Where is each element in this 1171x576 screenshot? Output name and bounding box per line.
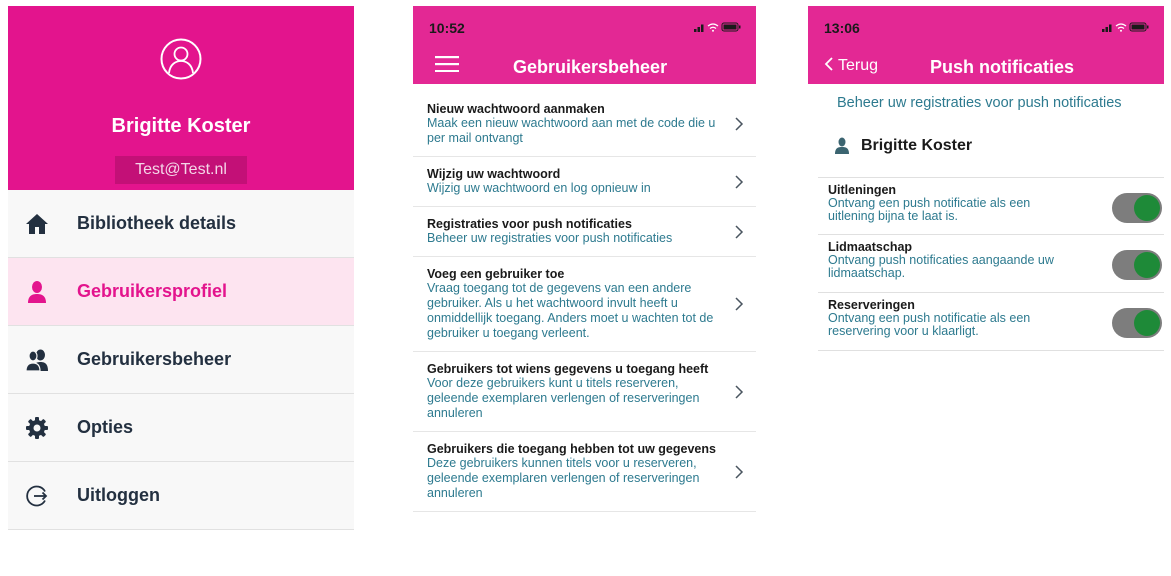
- menu-item-label: Gebruikersbeheer: [77, 349, 232, 369]
- menu-item-bibliotheek-details[interactable]: Bibliotheek details: [8, 190, 354, 258]
- push-notificaties-screen: 13:06 Terug Push notificaties Beheer uw …: [808, 6, 1164, 576]
- toggle-knob: [1134, 252, 1160, 278]
- list-item-title: Registraties voor push notificaties: [427, 217, 632, 231]
- setting-description: Ontvang push notificaties aangaande uw l…: [828, 253, 1054, 280]
- list-item-title: Gebruikers die toegang hebben tot uw geg…: [427, 442, 716, 456]
- setting-title: Lidmaatschap: [828, 240, 913, 254]
- menu-item-label: Bibliotheek details: [77, 213, 237, 233]
- chevron-left-icon: [824, 57, 833, 71]
- chevron-right-icon: [735, 174, 744, 189]
- nav-bar: 13:06 Terug Push notificaties: [808, 6, 1164, 84]
- status-time: 10:52: [429, 20, 465, 36]
- list-item-title: Wijzig uw wachtwoord: [427, 167, 561, 181]
- list-item-description: Maak een nieuw wachtwoord aan met de cod…: [427, 116, 716, 145]
- setting-title: Reserveringen: [828, 298, 915, 312]
- nav-bar: 10:52 Gebruikersbeheer: [413, 6, 756, 84]
- hamburger-menu-icon[interactable]: [435, 56, 459, 72]
- list-item[interactable]: Registraties voor push notificaties Behe…: [413, 207, 756, 257]
- users-icon: [25, 349, 48, 372]
- menu-item-gebruikersbeheer[interactable]: Gebruikersbeheer: [8, 326, 354, 394]
- setting-description: Ontvang een push notificatie als een uit…: [828, 196, 1031, 223]
- side-menu-panel: Brigitte Koster Test@Test.nl Bibliotheek…: [8, 6, 354, 530]
- user-name: Brigitte Koster: [861, 137, 973, 154]
- menu-item-uitloggen[interactable]: Uitloggen: [8, 462, 354, 530]
- list-item-description: Vraag toegang tot de gegevens van een an…: [427, 281, 714, 340]
- list-item: Reserveringen Ontvang een push notificat…: [818, 293, 1164, 351]
- list-item-description: Wijzig uw wachtwoord en log opnieuw in: [427, 181, 651, 195]
- page-subtitle: Beheer uw registraties voor push notific…: [837, 95, 1122, 111]
- list-item: Lidmaatschap Ontvang push notificaties a…: [818, 235, 1164, 293]
- uitleningen-toggle[interactable]: [1112, 193, 1162, 223]
- gebruikersbeheer-screen: 10:52 Gebruikersbeheer Nieuw wachtwoord …: [413, 6, 756, 576]
- chevron-right-icon: [735, 297, 744, 311]
- chevron-right-icon: [735, 117, 744, 131]
- list-item-title: Gebruikers tot wiens gegevens u toegang …: [427, 362, 709, 376]
- list-item[interactable]: Voeg een gebruiker toe Vraag toegang tot…: [413, 257, 756, 352]
- status-time: 13:06: [824, 20, 860, 36]
- user-icon: [28, 281, 46, 303]
- avatar-icon: [160, 38, 202, 80]
- chevron-right-icon: [735, 384, 744, 399]
- profile-email: Test@Test.nl: [115, 156, 247, 184]
- page-title: Gebruikersbeheer: [513, 57, 668, 77]
- beheer-list: Nieuw wachtwoord aanmaken Maak een nieuw…: [413, 92, 756, 512]
- list-item-title: Voeg een gebruiker toe: [427, 267, 565, 281]
- gear-icon: [26, 417, 48, 439]
- chevron-right-icon: [735, 224, 744, 239]
- reserveringen-toggle[interactable]: [1112, 308, 1162, 338]
- menu-item-gebruikersprofiel[interactable]: Gebruikersprofiel: [8, 258, 354, 326]
- home-icon: [26, 214, 48, 234]
- list-item[interactable]: Nieuw wachtwoord aanmaken Maak een nieuw…: [413, 92, 756, 157]
- list-item[interactable]: Gebruikers die toegang hebben tot uw geg…: [413, 432, 756, 512]
- profile-name: Brigitte Koster: [111, 115, 251, 137]
- lidmaatschap-toggle[interactable]: [1112, 250, 1162, 280]
- setting-title: Uitleningen: [828, 183, 897, 197]
- list-item-title: Nieuw wachtwoord aanmaken: [427, 102, 605, 116]
- page-title: Push notificaties: [930, 57, 1075, 77]
- side-menu: Bibliotheek details Gebruikersprofiel Ge…: [8, 190, 354, 530]
- toggle-knob: [1134, 195, 1160, 221]
- status-icons: [1102, 22, 1149, 32]
- back-label: Terug: [838, 57, 879, 74]
- list-item-description: Deze gebruikers kunnen titels voor u res…: [427, 456, 700, 500]
- back-button[interactable]: Terug: [824, 57, 878, 75]
- chevron-right-icon: [735, 464, 744, 479]
- list-item-description: Beheer uw registraties voor push notific…: [427, 231, 673, 245]
- menu-item-label: Uitloggen: [77, 485, 160, 505]
- menu-item-opties[interactable]: Opties: [8, 394, 354, 462]
- status-icons: [694, 22, 741, 32]
- list-item-description: Voor deze gebruikers kunt u titels reser…: [427, 376, 700, 420]
- toggle-knob: [1134, 310, 1160, 336]
- list-item: Uitleningen Ontvang een push notificatie…: [818, 177, 1164, 235]
- list-item[interactable]: Gebruikers tot wiens gegevens u toegang …: [413, 352, 756, 432]
- profile-header: Brigitte Koster Test@Test.nl: [8, 6, 354, 190]
- menu-item-label: Opties: [77, 417, 134, 437]
- menu-item-label: Gebruikersprofiel: [77, 281, 228, 301]
- logout-icon: [26, 485, 48, 507]
- list-item[interactable]: Wijzig uw wachtwoord Wijzig uw wachtwoor…: [413, 157, 756, 207]
- notification-settings-list: Uitleningen Ontvang een push notificatie…: [818, 177, 1164, 351]
- user-icon: [835, 137, 849, 154]
- setting-description: Ontvang een push notificatie als een res…: [828, 311, 1031, 338]
